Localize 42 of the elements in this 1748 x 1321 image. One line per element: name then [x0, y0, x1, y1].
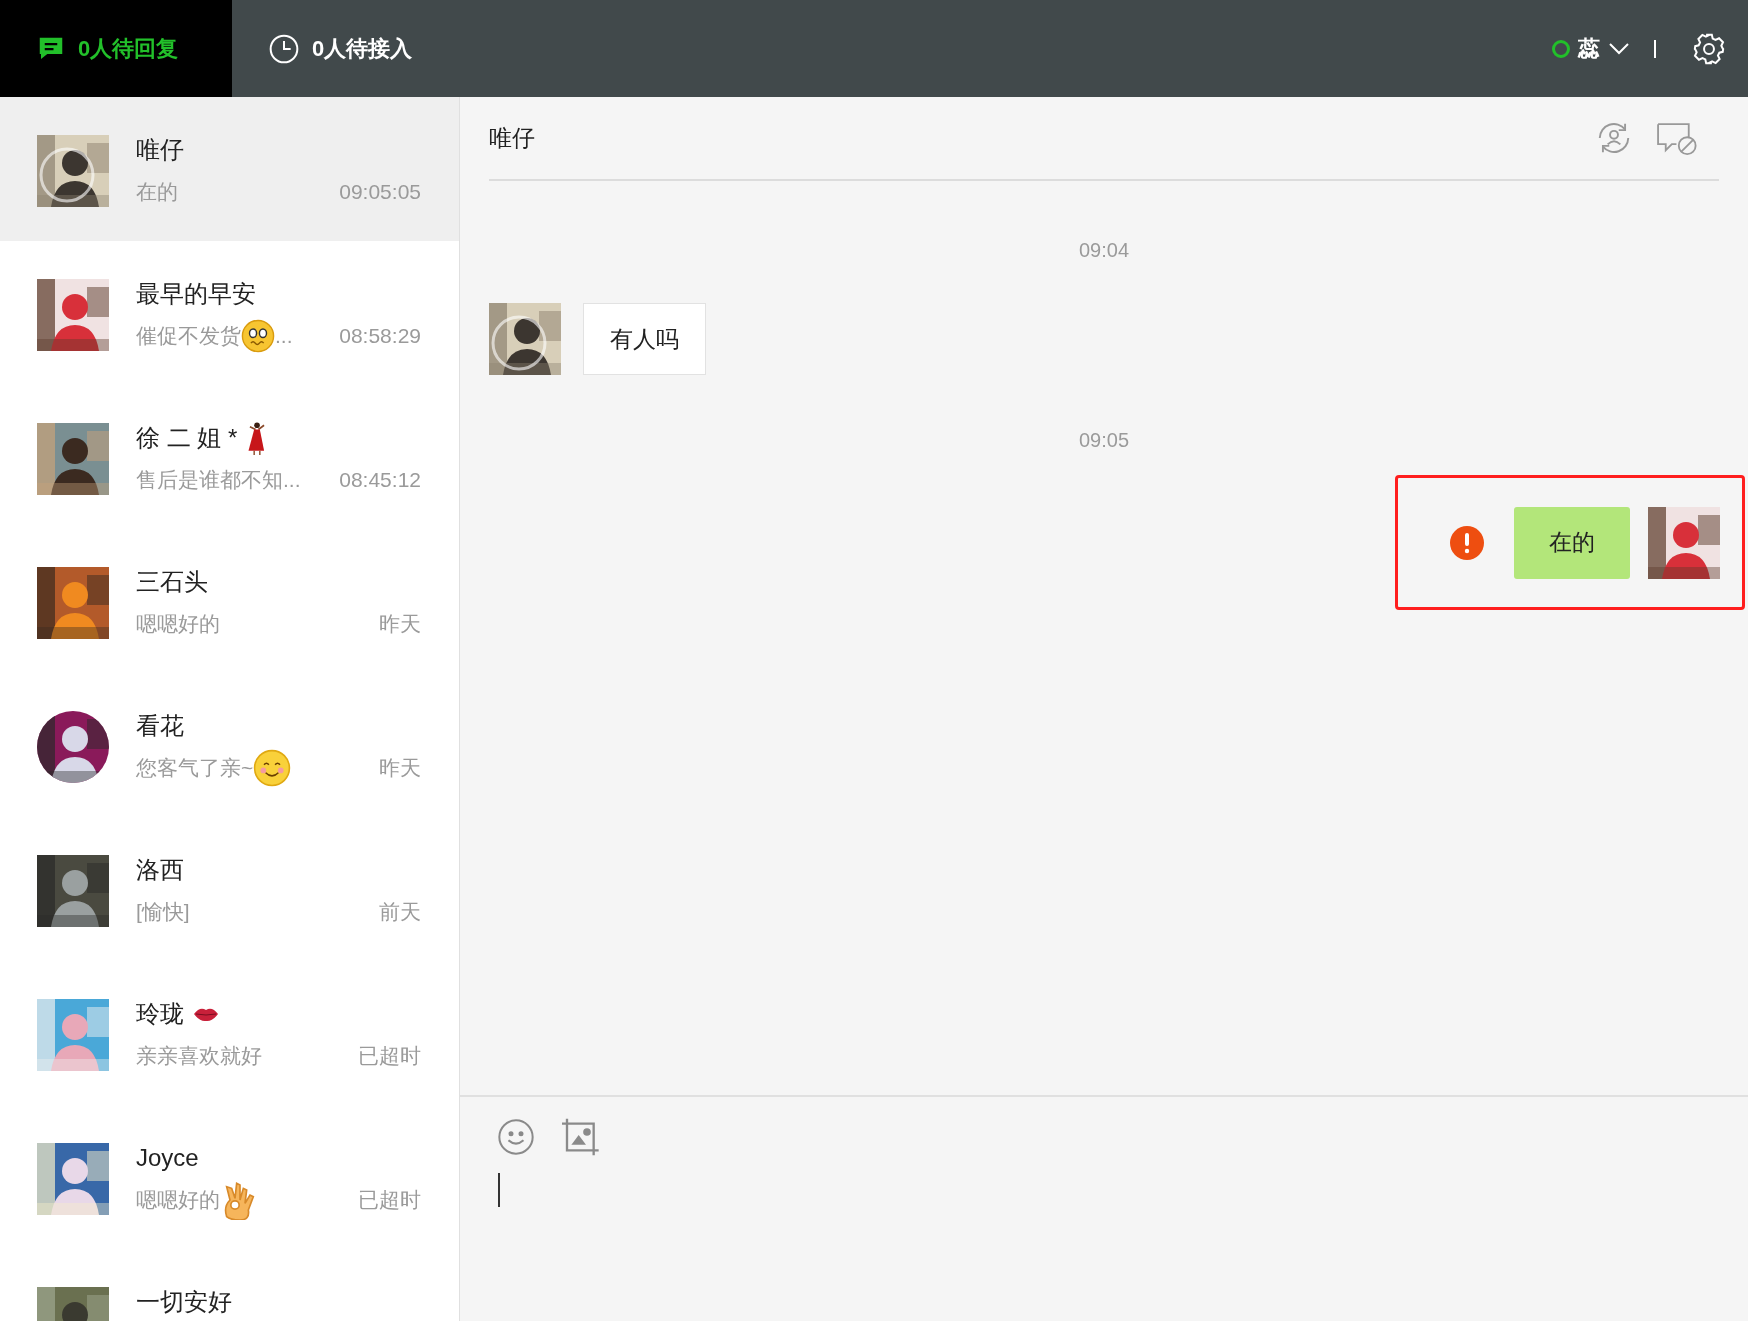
emoji-button[interactable] — [496, 1117, 536, 1157]
contact-name: 最早的早安 — [136, 279, 256, 309]
message-preview: 您客气了亲~ — [136, 755, 254, 782]
timestamp: 08:45:12 — [339, 467, 421, 494]
timestamp: 已超时 — [358, 1043, 421, 1070]
smiley-icon — [496, 1117, 536, 1157]
contact-name: 三石头 — [136, 567, 208, 597]
message-preview: 催促不发货 — [136, 323, 241, 350]
timestamp: 08:58:29 — [339, 323, 421, 350]
message-bubble: 在的 — [1514, 506, 1630, 579]
timestamp: 已超时 — [358, 1187, 421, 1214]
smile-emoji-icon — [253, 749, 292, 787]
tab[interactable]: 0人待回复 — [0, 0, 232, 97]
message-preview: 嗯嗯好的 — [136, 1187, 220, 1214]
timestamp: 09:05:05 — [339, 179, 421, 206]
message-time: 09:04 — [1078, 238, 1130, 263]
ellipsis-text: ... — [275, 323, 293, 350]
message-preview: [愉快] — [136, 899, 190, 926]
user-menu[interactable]: 蕊 — [1552, 0, 1654, 97]
clock-icon — [268, 32, 300, 65]
timestamp: 昨天 — [379, 755, 421, 782]
message-preview: 售后是谁都不知... — [136, 467, 301, 494]
contact-name: 徐 二 姐 * — [136, 423, 238, 453]
timestamp: 前天 — [379, 899, 421, 926]
timestamp: 昨天 — [379, 611, 421, 638]
message-time: 09:05 — [1078, 428, 1130, 453]
contact-name: 洛西 — [136, 855, 184, 885]
gear-icon — [1692, 31, 1726, 66]
contact-name: 看花 — [136, 711, 184, 741]
chevron-down-icon — [1608, 41, 1630, 56]
message-preview: 亲亲喜欢就好 — [136, 1043, 262, 1070]
message-preview: 在的 — [136, 179, 178, 206]
contact-name: 唯仔 — [136, 135, 184, 165]
chat-title: 唯仔 — [489, 123, 535, 153]
message-preview: 嗯嗯好的 — [136, 611, 220, 638]
worried-emoji-icon — [241, 319, 275, 353]
message-bubble: 有人吗 — [583, 303, 706, 375]
contact-name: 一切安好 — [136, 1287, 232, 1317]
contact-name: 玲珑 — [136, 999, 184, 1029]
conversation-item[interactable]: 唯仔 在的 09:05:05 — [0, 97, 459, 241]
contact-name: Joyce — [136, 1143, 199, 1173]
tab[interactable]: 0人待接入 — [232, 0, 449, 97]
